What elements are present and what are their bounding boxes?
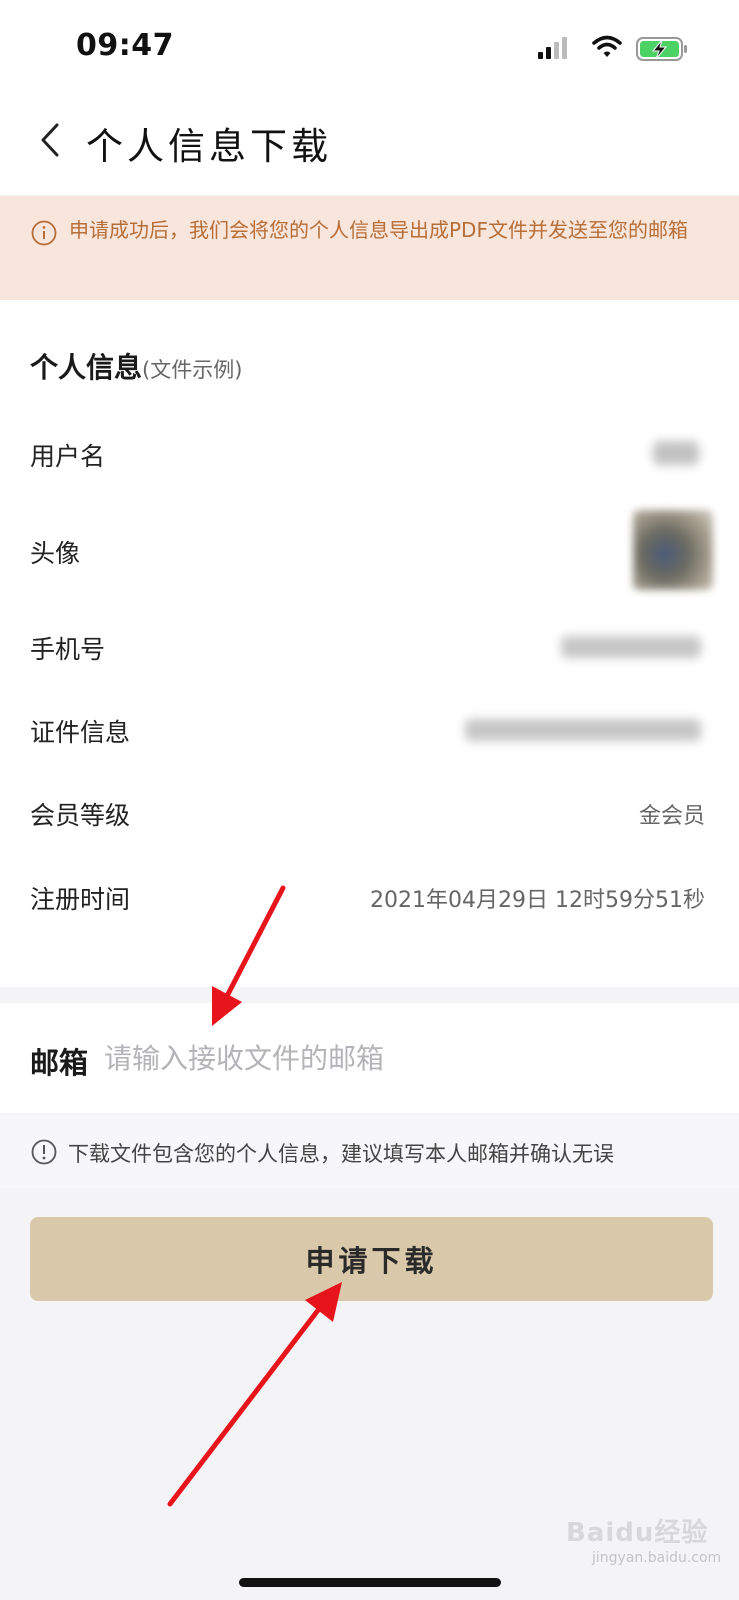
- status-bar: 09:47: [0, 0, 739, 95]
- info-icon: [31, 220, 57, 250]
- info-row-register-time: 注册时间 2021年04月29日 12时59分51秒: [0, 870, 739, 920]
- info-label: 头像: [30, 539, 81, 568]
- chevron-left-icon: [41, 123, 59, 157]
- phone-blurred-value: [561, 636, 701, 658]
- apply-download-button[interactable]: 申请下载: [30, 1217, 713, 1301]
- section-title: 个人信息(文件示例): [30, 346, 242, 386]
- info-row-avatar: 头像: [0, 524, 739, 574]
- info-row-phone: 手机号: [0, 620, 739, 670]
- info-value: 2021年04月29日 12时59分51秒: [370, 888, 705, 913]
- personal-info-card: 个人信息(文件示例) 用户名 头像 手机号 证件信息 会员等级 金会员 注册时间…: [0, 300, 739, 987]
- info-row-id: 证件信息: [0, 703, 739, 753]
- info-label: 会员等级: [30, 801, 131, 830]
- id-blurred-value: [465, 719, 701, 741]
- arrow-to-apply-button: [167, 1282, 342, 1507]
- email-label: 邮箱: [30, 1046, 89, 1080]
- hint-text: 下载文件包含您的个人信息，建议填写本人邮箱并确认无误: [68, 1142, 614, 1166]
- section-title-text: 个人信息: [30, 351, 143, 384]
- page-title: 个人信息下载: [86, 125, 332, 168]
- back-button[interactable]: [30, 118, 70, 162]
- home-indicator: [239, 1578, 501, 1587]
- baidu-watermark-url: jingyan.baidu.com: [592, 1550, 722, 1566]
- wifi-icon: [592, 35, 622, 63]
- username-blurred-value: [653, 441, 699, 465]
- battery-charging-icon: [636, 36, 690, 66]
- baidu-watermark-logo: Baidu经验: [566, 1518, 709, 1548]
- info-icon: [31, 1139, 57, 1169]
- hint-row: 下载文件包含您的个人信息，建议填写本人邮箱并确认无误: [0, 1116, 739, 1188]
- email-input[interactable]: [104, 1031, 704, 1085]
- nav-bar: 个人信息下载: [0, 100, 739, 180]
- email-section: 邮箱: [0, 1003, 739, 1113]
- info-label: 手机号: [30, 635, 106, 664]
- info-label: 注册时间: [30, 885, 131, 914]
- status-time: 09:47: [76, 28, 174, 63]
- info-value: 金会员: [638, 804, 705, 829]
- info-label: 证件信息: [30, 718, 131, 747]
- avatar: [633, 510, 713, 590]
- notice-banner: 申请成功后，我们会将您的个人信息导出成PDF文件并发送至您的邮箱: [0, 196, 739, 300]
- info-row-username: 用户名: [0, 427, 739, 477]
- signal-icon: [538, 36, 568, 64]
- section-subtitle: (文件示例): [142, 358, 243, 382]
- notice-text: 申请成功后，我们会将您的个人信息导出成PDF文件并发送至您的邮箱: [69, 218, 688, 242]
- info-row-member-level: 会员等级 金会员: [0, 786, 739, 836]
- info-label: 用户名: [30, 442, 106, 471]
